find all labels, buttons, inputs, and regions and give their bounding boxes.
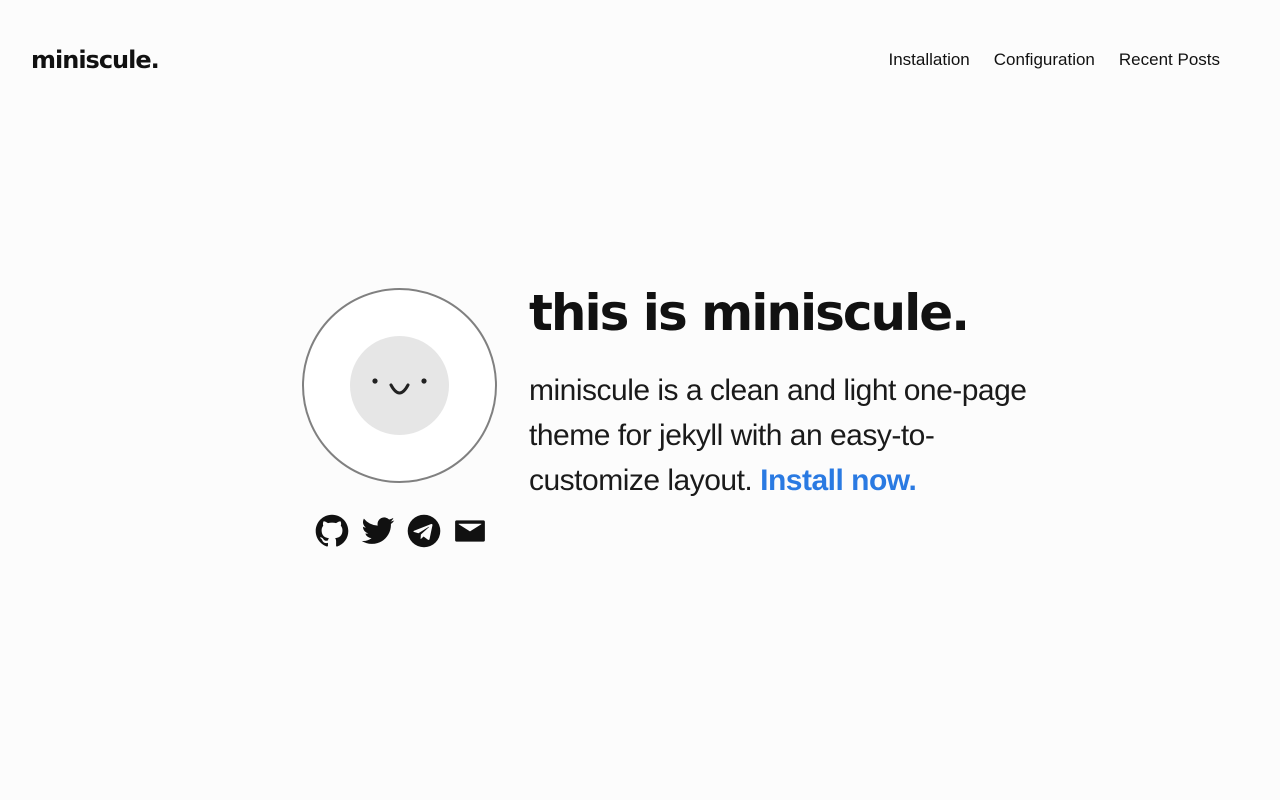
- site-logo[interactable]: miniscule.: [31, 42, 160, 78]
- hero-title: this is miniscule.: [529, 284, 970, 342]
- twitter-icon[interactable]: [361, 514, 395, 548]
- page: miniscule. Installation Configuration Re…: [0, 0, 1280, 800]
- mail-icon[interactable]: [453, 514, 487, 548]
- nav-link-configuration[interactable]: Configuration: [994, 48, 1095, 72]
- telegram-icon[interactable]: [407, 514, 441, 548]
- social-links: [315, 514, 487, 548]
- smiley-face-icon: [350, 336, 449, 435]
- nav-link-installation[interactable]: Installation: [888, 48, 969, 72]
- avatar: [302, 288, 497, 483]
- nav-link-recent-posts[interactable]: Recent Posts: [1119, 48, 1220, 72]
- main-nav: Installation Configuration Recent Posts: [888, 48, 1220, 72]
- github-icon[interactable]: [315, 514, 349, 548]
- hero-description: miniscule is a clean and light one-page …: [529, 368, 1029, 503]
- install-now-link[interactable]: Install now.: [760, 464, 917, 497]
